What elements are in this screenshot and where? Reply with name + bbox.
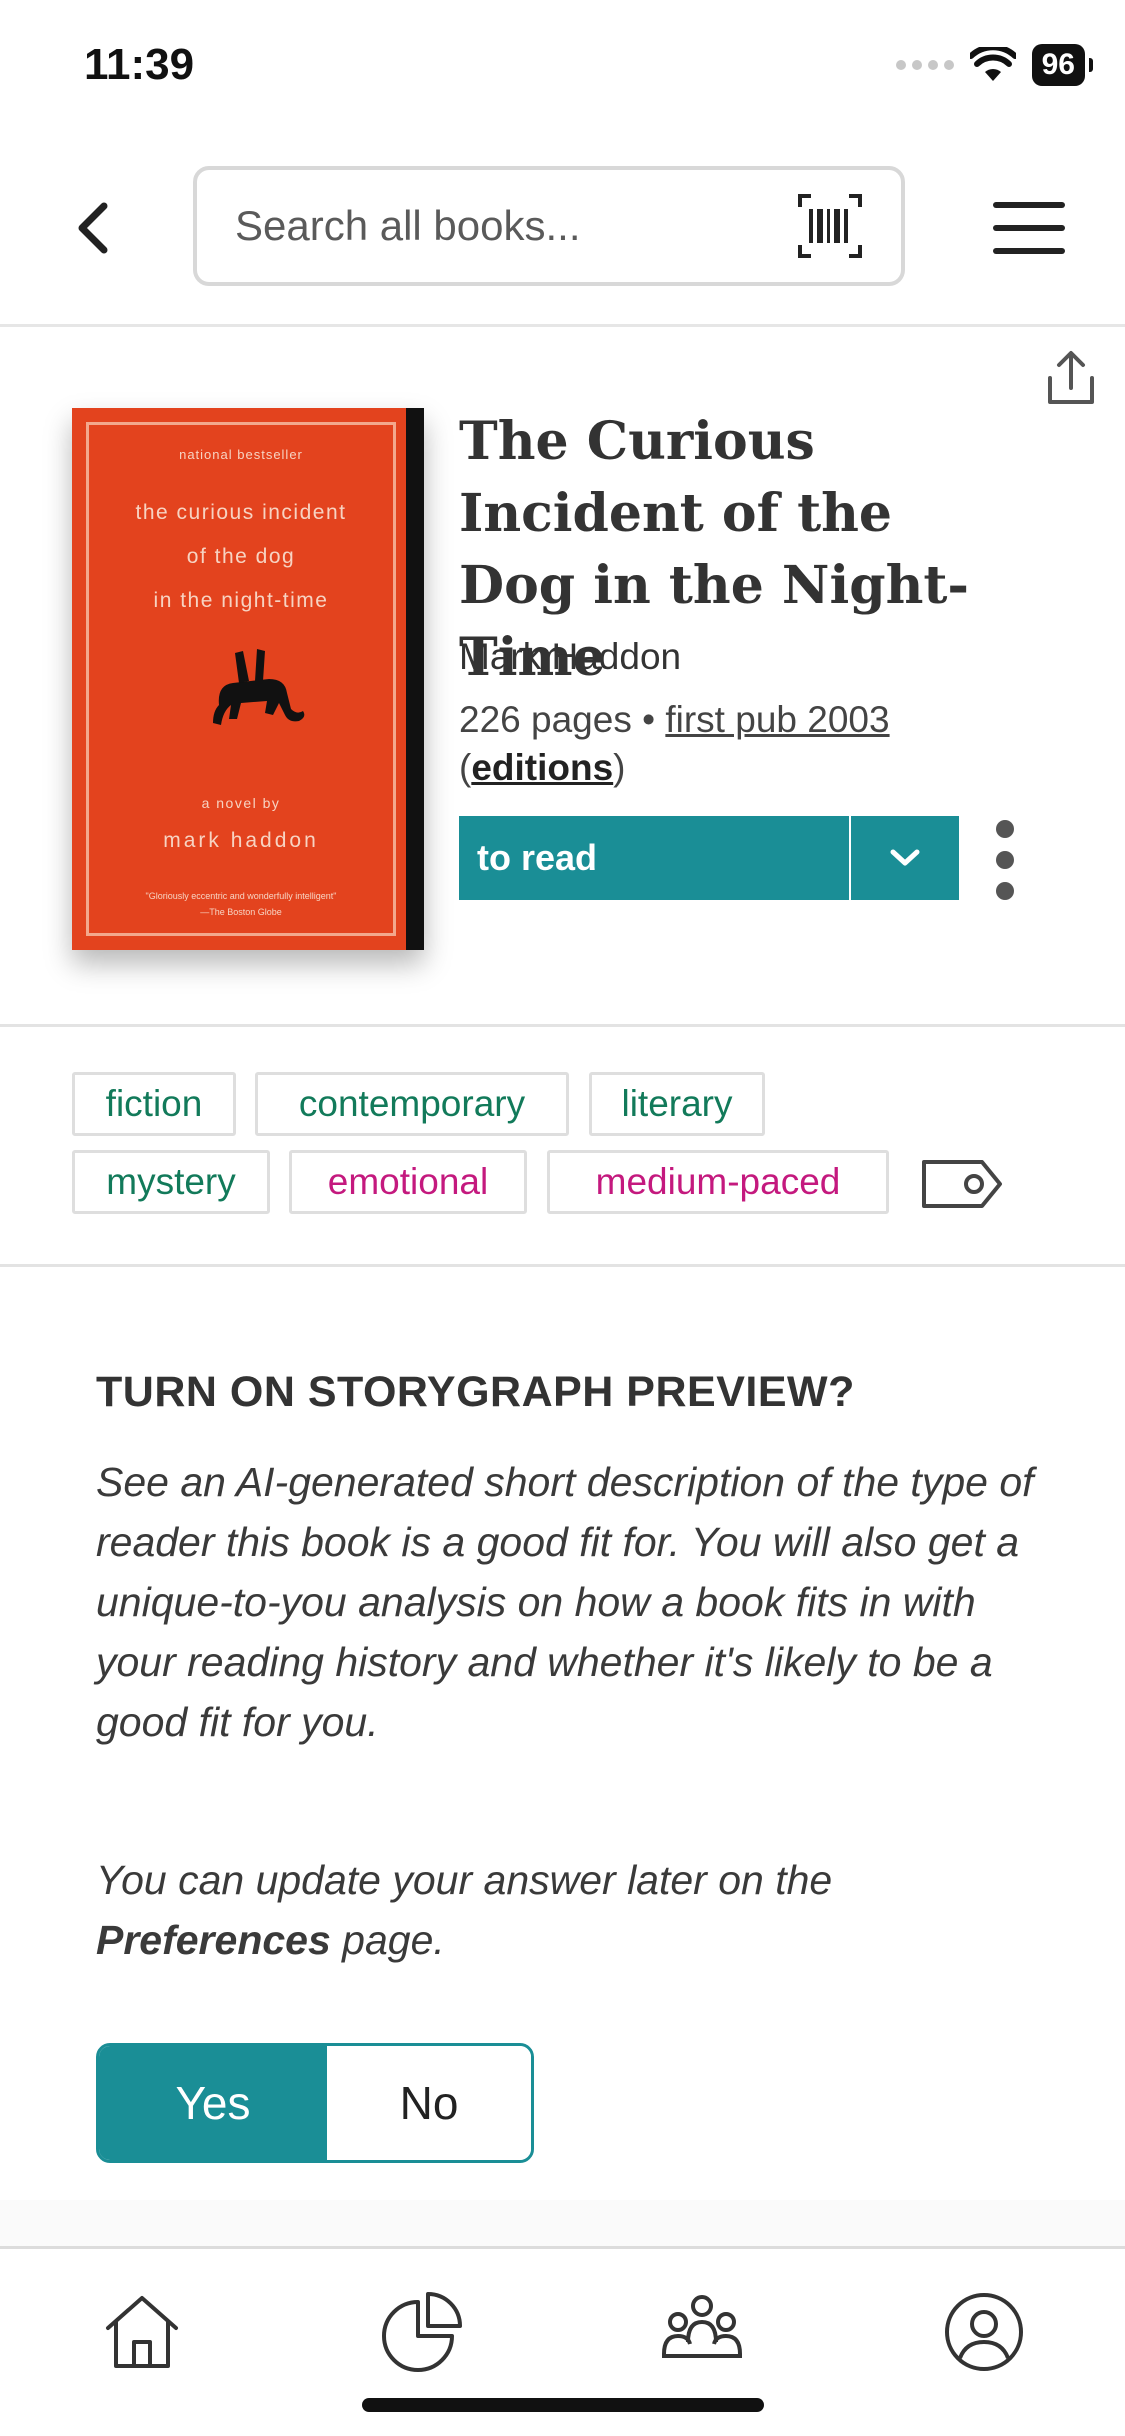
section-divider (0, 1024, 1125, 1027)
nav-stats[interactable] (380, 2290, 464, 2374)
cover-byline: a novel by (201, 795, 281, 811)
book-author[interactable]: Mark Haddon (459, 636, 681, 678)
nav-divider (0, 2246, 1125, 2249)
cover-frame: national bestseller the curious incident… (86, 422, 396, 936)
meta-separator: • (642, 699, 656, 740)
tag-icon (922, 1160, 1002, 1208)
more-vertical-icon (996, 820, 1014, 838)
profile-icon (945, 2293, 1023, 2371)
tag-medium-paced[interactable]: medium-paced (547, 1150, 889, 1214)
editions-link[interactable]: editions (471, 747, 613, 788)
community-icon (662, 2295, 742, 2358)
cover-title-line2: of the dog (186, 545, 296, 568)
search-input[interactable] (233, 201, 795, 251)
editions-close-paren: ) (613, 747, 626, 788)
tag-literary[interactable]: literary (589, 1072, 765, 1136)
nav-profile[interactable] (942, 2290, 1026, 2374)
editions-open-paren: ( (459, 747, 472, 788)
book-meta: 226 pages • first pub 2003 (editions) (459, 696, 890, 792)
preferences-link[interactable]: Preferences (96, 1917, 331, 1963)
cover-title-line3: in the night-time (153, 589, 329, 612)
status-icons: 96 (895, 44, 1094, 86)
preview-description: See an AI-generated short description of… (96, 1459, 1034, 1745)
book-cover[interactable]: national bestseller the curious incident… (72, 408, 424, 950)
header-divider (0, 324, 1125, 327)
battery-indicator: 96 (1031, 44, 1094, 86)
home-icon (106, 2296, 178, 2368)
status-dropdown-button[interactable] (851, 816, 959, 900)
nav-home[interactable] (100, 2290, 184, 2374)
tag-contemporary[interactable]: contemporary (255, 1072, 569, 1136)
chevron-down-icon (890, 849, 920, 866)
share-icon (1048, 351, 1094, 404)
cellular-signal-icon (895, 60, 954, 70)
cover-spine (406, 408, 424, 950)
preview-note: You can update your answer later on the … (96, 1850, 1056, 1970)
home-indicator (362, 2398, 764, 2412)
hamburger-menu-icon (993, 202, 1065, 254)
section-divider (0, 1264, 1125, 1267)
first-pub-link[interactable]: first pub 2003 (665, 699, 889, 740)
preview-toggle: Yes No (96, 2043, 534, 2163)
tag-mystery[interactable]: mystery (72, 1150, 270, 1214)
yes-button[interactable]: Yes (99, 2046, 327, 2160)
preview-note-suffix: page. (330, 1917, 445, 1963)
status-time: 11:39 (84, 40, 195, 89)
more-options-button[interactable] (990, 820, 1020, 900)
barcode-icon (798, 194, 862, 258)
menu-button[interactable] (993, 198, 1065, 258)
preview-heading: TURN ON STORYGRAPH PREVIEW? (96, 1368, 855, 1416)
cover-top-line: national bestseller (179, 447, 303, 462)
search-bar[interactable] (193, 166, 905, 286)
to-read-button[interactable]: to read (459, 816, 849, 900)
tag-emotional[interactable]: emotional (289, 1150, 527, 1214)
cover-quote-source: —The Boston Globe (200, 907, 282, 917)
cover-author: mark haddon (163, 829, 319, 852)
tag-fiction[interactable]: fiction (72, 1072, 236, 1136)
wifi-icon (969, 47, 1016, 81)
content-bottom-fade (0, 2200, 1125, 2248)
back-icon (78, 202, 108, 254)
cover-quote: "Gloriously eccentric and wonderfully in… (145, 891, 337, 901)
dog-illustration (213, 649, 305, 725)
page-count: 226 pages (459, 699, 632, 740)
back-button[interactable] (70, 198, 116, 258)
add-tag-button[interactable] (920, 1156, 1004, 1212)
nav-community[interactable] (660, 2290, 744, 2374)
stats-icon (382, 2292, 462, 2372)
barcode-scan-button[interactable] (795, 191, 865, 261)
preview-note-prefix: You can update your answer later on the (96, 1857, 833, 1903)
no-button[interactable]: No (327, 2046, 531, 2160)
cover-title-line1: the curious incident (135, 501, 347, 524)
share-button[interactable] (1042, 350, 1100, 408)
